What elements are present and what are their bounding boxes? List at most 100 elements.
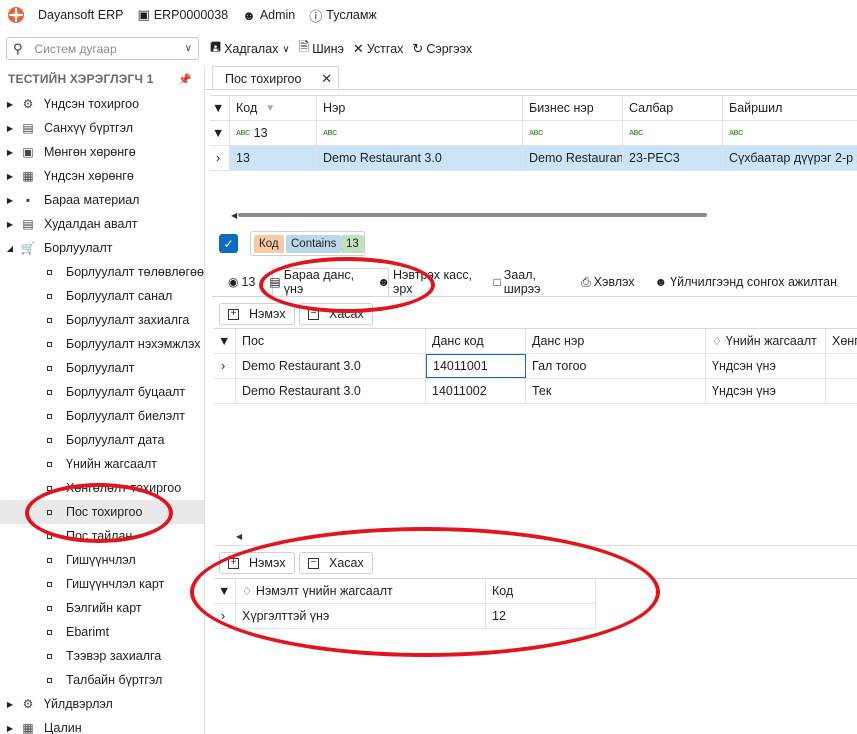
delete-button[interactable]: ✕ Устгах — [353, 41, 403, 57]
sidebar-subitem[interactable]: Борлуулалт санал — [0, 284, 204, 308]
column-header-account-name[interactable]: Данс нэр — [526, 329, 706, 353]
sidebar-subitem[interactable]: Гишүүнчлэл карт — [0, 572, 204, 596]
sidebar-subitem[interactable]: Пос тайлан — [0, 524, 204, 548]
filter-icon[interactable]: ▼ — [214, 329, 236, 353]
expand-arrow-icon[interactable]: ▶ — [0, 700, 20, 709]
tab-item-accounts[interactable]: ▤ Бараа данс, үнэ — [269, 268, 357, 296]
filter-enabled-checkbox[interactable]: ✓ — [219, 234, 238, 253]
sidebar-item-finance[interactable]: ▶ ▤ Санхүү бүртгэл — [0, 116, 204, 140]
sidebar-item-inventory[interactable]: ▶ ▪ Бараа материал — [0, 188, 204, 212]
filter-operator-chip[interactable]: Contains — [286, 235, 342, 253]
sidebar-item-fixed-assets[interactable]: ▶ ▦ Үндсэн хөрөнгө — [0, 164, 204, 188]
expand-arrow-icon[interactable]: ▶ — [0, 220, 20, 229]
save-button[interactable]: 🖪 Хадгалах ∨ — [210, 38, 290, 60]
account-code-input[interactable]: 14011001 — [426, 354, 526, 378]
filter-branch-input[interactable]: ABC — [623, 121, 723, 145]
sidebar-subitem[interactable]: Борлуулалт дата — [0, 428, 204, 452]
tab-print[interactable]: ⎙ Хэвлэх — [581, 275, 634, 290]
column-header-name[interactable]: Нэр — [317, 96, 523, 120]
help-button[interactable]: ⓘ Тусламж — [309, 6, 377, 25]
table-row[interactable]: › 13 Demo Restaurant 3.0 Demo Restaurant… — [210, 146, 857, 171]
money-icon: ▣ — [22, 145, 34, 159]
tab-pos-settings[interactable]: Пос тохиргоо ✕ — [212, 66, 339, 90]
chevron-down-icon[interactable]: ∨ — [282, 44, 289, 55]
sidebar-subitem[interactable]: Ebarimt — [0, 620, 204, 644]
remove-price-button[interactable]: − Хасах — [299, 552, 373, 574]
add-account-button[interactable]: + Нэмэх — [219, 303, 295, 325]
sidebar-item-basic-settings[interactable]: ▶ ⚙ Үндсэн тохиргоо — [0, 92, 204, 116]
row-expand-icon[interactable]: › — [214, 354, 236, 378]
column-header-location[interactable]: Байршил — [723, 96, 857, 120]
tag-icon: ♢ — [242, 585, 252, 598]
column-header-price-list[interactable]: ♢ Үнийн жагсаалт — [706, 329, 826, 353]
horizontal-scrollbar[interactable] — [238, 213, 707, 217]
filter-value-chip[interactable]: 13 — [341, 235, 364, 253]
sidebar-subitem[interactable]: Гишүүнчлэл — [0, 548, 204, 572]
filter-code-input[interactable]: ABC 13 — [230, 121, 317, 145]
expand-arrow-icon[interactable]: ▶ — [0, 100, 20, 109]
table-row[interactable]: › Хүргэлттэй үнэ 12 — [214, 604, 596, 629]
row-expand-icon[interactable]: › — [210, 146, 230, 170]
filter-name-input[interactable]: ABC — [317, 121, 523, 145]
column-header-account-code[interactable]: Данс код — [426, 329, 526, 353]
sidebar-subitem-pos-settings[interactable]: Пос тохиргоо — [0, 500, 204, 524]
filter-location-input[interactable]: ABC — [723, 121, 857, 145]
sidebar-item-sales[interactable]: ◢ 🛒 Борлуулалт — [0, 236, 204, 260]
add-price-button[interactable]: + Нэмэх — [219, 552, 295, 574]
sidebar-subitem[interactable]: Борлуулалт биелэлт — [0, 404, 204, 428]
expand-arrow-icon[interactable]: ▶ — [0, 724, 20, 733]
remove-account-button[interactable]: − Хасах — [299, 303, 373, 325]
table-row[interactable]: Demo Restaurant 3.0 14011002 Тек Үндсэн … — [214, 379, 857, 404]
filter-business-input[interactable]: ABC — [523, 121, 623, 145]
scroll-left-icon[interactable]: ◀ — [231, 211, 237, 220]
record-selector[interactable]: ◉ 13 — [228, 275, 255, 289]
refresh-button[interactable]: ↻ Сэргээх — [412, 41, 472, 57]
expand-arrow-icon[interactable]: ▶ — [0, 124, 20, 133]
sidebar-subitem[interactable]: Борлуулалт захиалга — [0, 308, 204, 332]
filter-icon[interactable]: ▼ — [210, 96, 230, 120]
company-selector[interactable]: ▣ ERP0000038 — [137, 7, 228, 23]
close-icon[interactable]: ✕ — [321, 71, 332, 87]
sidebar-subitem[interactable]: Борлуулалт нэхэмжлэх — [0, 332, 204, 356]
tab-login-cashier[interactable]: ☻ Нэвтрэх касс, эрх — [377, 268, 473, 296]
user-menu[interactable]: ☻ Admin — [242, 8, 295, 23]
column-header-code[interactable]: Код ▼ — [230, 96, 317, 120]
new-button[interactable]: 🗎 Шинэ — [299, 38, 344, 60]
pin-icon[interactable]: 📌 — [178, 73, 192, 86]
sidebar-subitem[interactable]: Хөнгөлөлт тохиргоо — [0, 476, 204, 500]
sidebar-subitem[interactable]: Үнийн жагсаалт — [0, 452, 204, 476]
sidebar-item-payroll[interactable]: ▶ ▦ Цалин — [0, 716, 204, 734]
table-row[interactable]: › Demo Restaurant 3.0 14011001 Гал тогоо… — [214, 354, 857, 379]
column-header-code[interactable]: Код — [486, 579, 596, 603]
sidebar-item-purchase[interactable]: ▶ ▤ Худалдан авалт — [0, 212, 204, 236]
column-header-extra-price-list[interactable]: ♢ Нэмэлт үнийн жагсаалт — [236, 579, 486, 603]
sidebar-item-cash[interactable]: ▶ ▣ Мөнгөн хөрөнгө — [0, 140, 204, 164]
expand-arrow-icon[interactable]: ▶ — [0, 172, 20, 181]
sidebar-subitem[interactable]: Тээвэр захиалга — [0, 644, 204, 668]
expand-arrow-icon[interactable]: ▶ — [0, 148, 20, 157]
sidebar-subitem[interactable]: Борлуулалт төлөвлөгөө — [0, 260, 204, 284]
sidebar-subitem[interactable]: Борлуулалт — [0, 356, 204, 380]
sidebar-subitem[interactable]: Борлуулалт буцаалт — [0, 380, 204, 404]
tab-hall-table[interactable]: □ Заал, ширээ — [494, 268, 562, 296]
sidebar-subitem[interactable]: Талбайн бүртгэл — [0, 668, 204, 692]
sidebar-item-production[interactable]: ▶ ⚙ Үйлдвэрлэл — [0, 692, 204, 716]
column-header-branch[interactable]: Салбар — [623, 96, 723, 120]
column-header-pos[interactable]: Пос — [236, 329, 426, 353]
expand-arrow-icon[interactable]: ▶ — [0, 196, 20, 205]
title-bar: Dayansoft ERP ▣ ERP0000038 ☻ Admin ⓘ Туслам… — [0, 0, 857, 30]
column-header-business[interactable]: Бизнес нэр — [523, 96, 623, 120]
column-header-discount[interactable]: Хөнгөлөлт — [826, 329, 857, 353]
sidebar-subitem[interactable]: Бэлгийн карт — [0, 596, 204, 620]
search-input[interactable]: ⚲ Систем дугаар ∨ — [6, 37, 199, 60]
scroll-left-icon[interactable]: ◀ — [236, 532, 242, 541]
filter-icon[interactable]: ▼ — [214, 579, 236, 603]
chevron-down-icon[interactable]: ∨ — [185, 43, 192, 54]
filter-icon[interactable]: ▼ — [210, 121, 230, 145]
tab-service-staff[interactable]: ☻ Үйлчилгээнд сонгох ажилтан — [655, 275, 837, 289]
filter-icon[interactable]: ▼ — [265, 103, 275, 114]
minus-icon: − — [308, 557, 319, 569]
filter-field-chip[interactable]: Код — [254, 235, 284, 253]
collapse-arrow-icon[interactable]: ◢ — [0, 244, 20, 253]
row-expand-icon[interactable]: › — [214, 604, 236, 628]
